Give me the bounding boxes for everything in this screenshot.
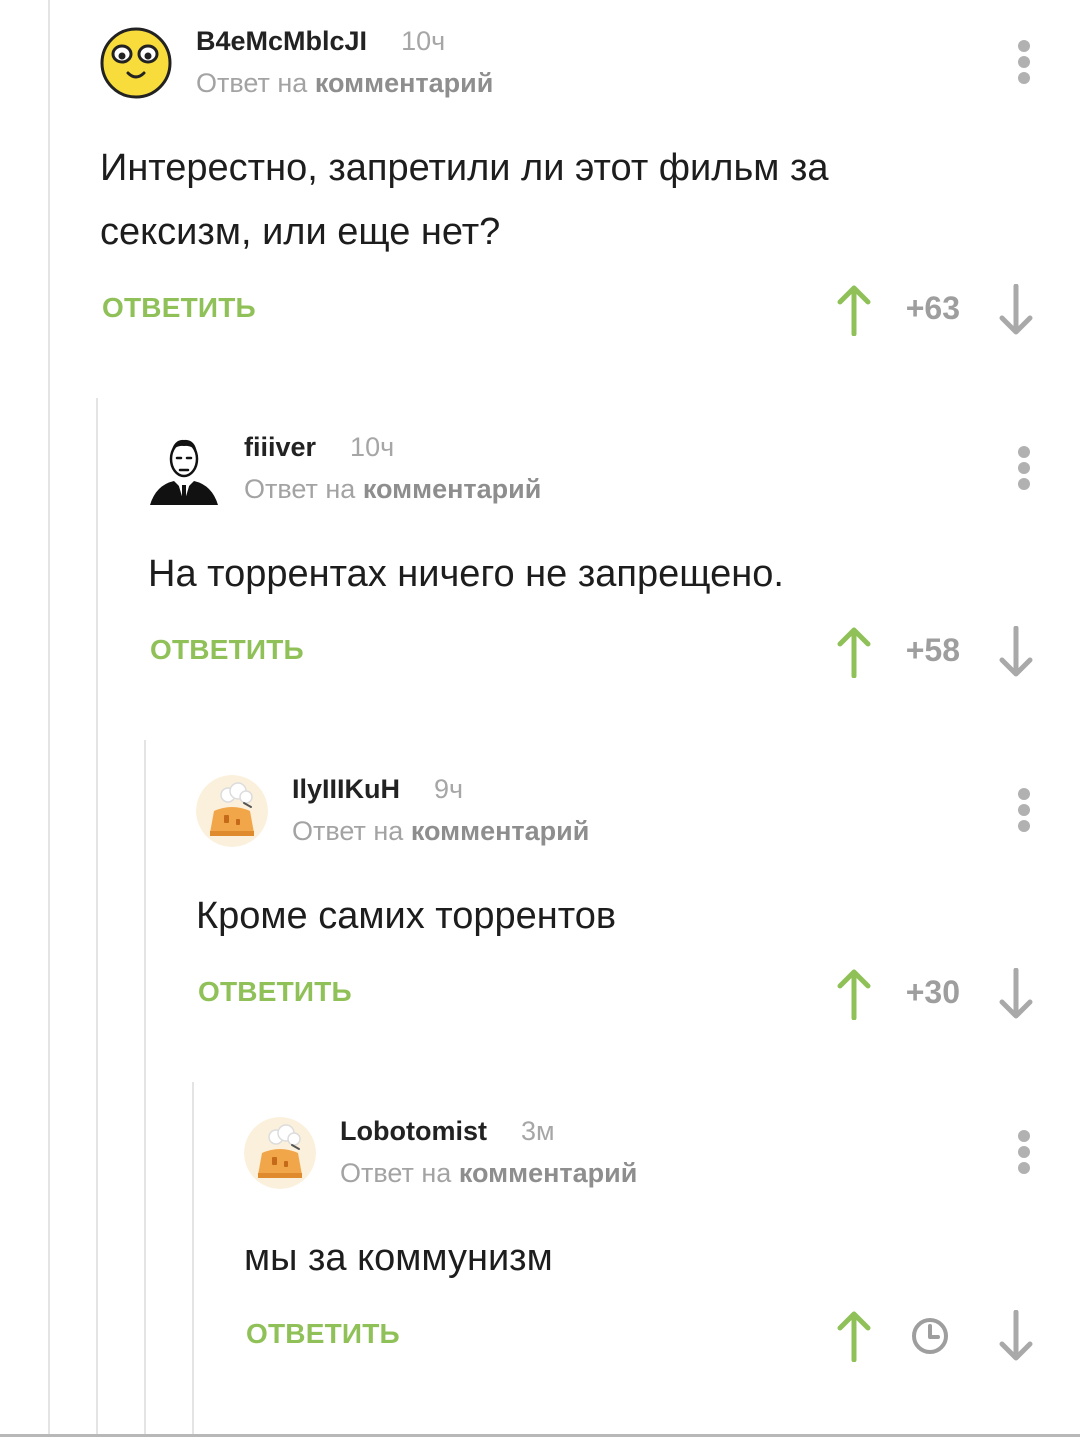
reply-prefix: Ответ на: [244, 474, 356, 504]
author-name[interactable]: Lobotomist 3м: [340, 1116, 555, 1147]
comment: IlyIIIKuH 9ч Ответ на комментарий Кроме с…: [196, 770, 1080, 1050]
upvote-arrow-icon[interactable]: [834, 626, 874, 679]
comment-text: мы за коммунизм: [244, 1226, 553, 1290]
comment-time: 9ч: [434, 774, 464, 804]
reply-to-label[interactable]: Ответ на комментарий: [196, 68, 493, 99]
comment-time: 10ч: [401, 26, 446, 56]
comment: Lobotomist 3м Ответ на комментарий мы за …: [244, 1112, 1080, 1392]
downvote-arrow-icon[interactable]: [996, 967, 1036, 1020]
reply-button[interactable]: ОТВЕТИТЬ: [150, 634, 304, 666]
comment: B4eMcMblcJI 10ч Ответ на комментарий Инте…: [100, 22, 1080, 362]
comment-text: Интерестно, запретили ли этот фильм за с…: [100, 136, 829, 264]
thread-line-level-1: [48, 0, 50, 1437]
thread-line-level-2: [96, 398, 98, 1437]
author-name[interactable]: IlyIIIKuH 9ч: [292, 774, 463, 805]
upvote-arrow-icon[interactable]: [834, 1310, 874, 1363]
comment: fiiiver 10ч Ответ на комментарий На торре…: [148, 428, 1080, 708]
comment-text-line: Кроме самих торрентов: [196, 895, 617, 937]
reply-target-link[interactable]: комментарий: [459, 1158, 638, 1188]
default-cake-avatar-icon[interactable]: [244, 1117, 316, 1189]
comment-text-line: Интерестно, запретили ли этот фильм за: [100, 147, 829, 189]
reply-target-link[interactable]: комментарий: [315, 68, 494, 98]
clock-icon: [910, 1316, 950, 1356]
upvote-arrow-icon[interactable]: [834, 968, 874, 1021]
thread-line-level-4: [192, 1082, 194, 1437]
reply-button[interactable]: ОТВЕТИТЬ: [102, 292, 256, 324]
reply-target-link[interactable]: комментарий: [363, 474, 542, 504]
reply-target-link[interactable]: комментарий: [411, 816, 590, 846]
more-options-icon[interactable]: [1016, 1130, 1032, 1176]
downvote-arrow-icon[interactable]: [996, 625, 1036, 678]
thread-line-level-3: [144, 740, 146, 1437]
reply-prefix: Ответ на: [292, 816, 404, 846]
reply-button[interactable]: ОТВЕТИТЬ: [198, 976, 352, 1008]
comment-text: На торрентах ничего не запрещено.: [148, 542, 784, 606]
comment-time: 10ч: [350, 432, 395, 462]
vote-score: +58: [905, 632, 960, 668]
downvote-arrow-icon[interactable]: [996, 1309, 1036, 1362]
comment-text-line: сексизм, или еще нет?: [100, 211, 501, 253]
more-options-icon[interactable]: [1016, 40, 1032, 86]
reply-button[interactable]: ОТВЕТИТЬ: [246, 1318, 400, 1350]
comment-text-line: мы за коммунизм: [244, 1237, 553, 1279]
comment-text: Кроме самих торрентов: [196, 884, 616, 948]
reply-prefix: Ответ на: [340, 1158, 452, 1188]
reply-to-label[interactable]: Ответ на комментарий: [244, 474, 541, 505]
comment-text-line: На торрентах ничего не запрещено.: [148, 553, 784, 595]
reply-prefix: Ответ на: [196, 68, 308, 98]
smiley-face-icon[interactable]: [100, 27, 172, 99]
author-name[interactable]: fiiiver 10ч: [244, 432, 394, 463]
reply-to-label[interactable]: Ответ на комментарий: [340, 1158, 637, 1189]
vote-score: +63: [905, 290, 960, 326]
more-options-icon[interactable]: [1016, 446, 1032, 492]
comment-time: 3м: [520, 1116, 555, 1146]
more-options-icon[interactable]: [1016, 788, 1032, 834]
man-in-suit-icon[interactable]: [148, 433, 220, 505]
reply-to-label[interactable]: Ответ на комментарий: [292, 816, 589, 847]
default-cake-avatar-icon[interactable]: [196, 775, 268, 847]
vote-score: +30: [905, 974, 960, 1010]
author-name[interactable]: B4eMcMblcJI 10ч: [196, 26, 445, 57]
upvote-arrow-icon[interactable]: [834, 284, 874, 337]
downvote-arrow-icon[interactable]: [996, 283, 1036, 336]
